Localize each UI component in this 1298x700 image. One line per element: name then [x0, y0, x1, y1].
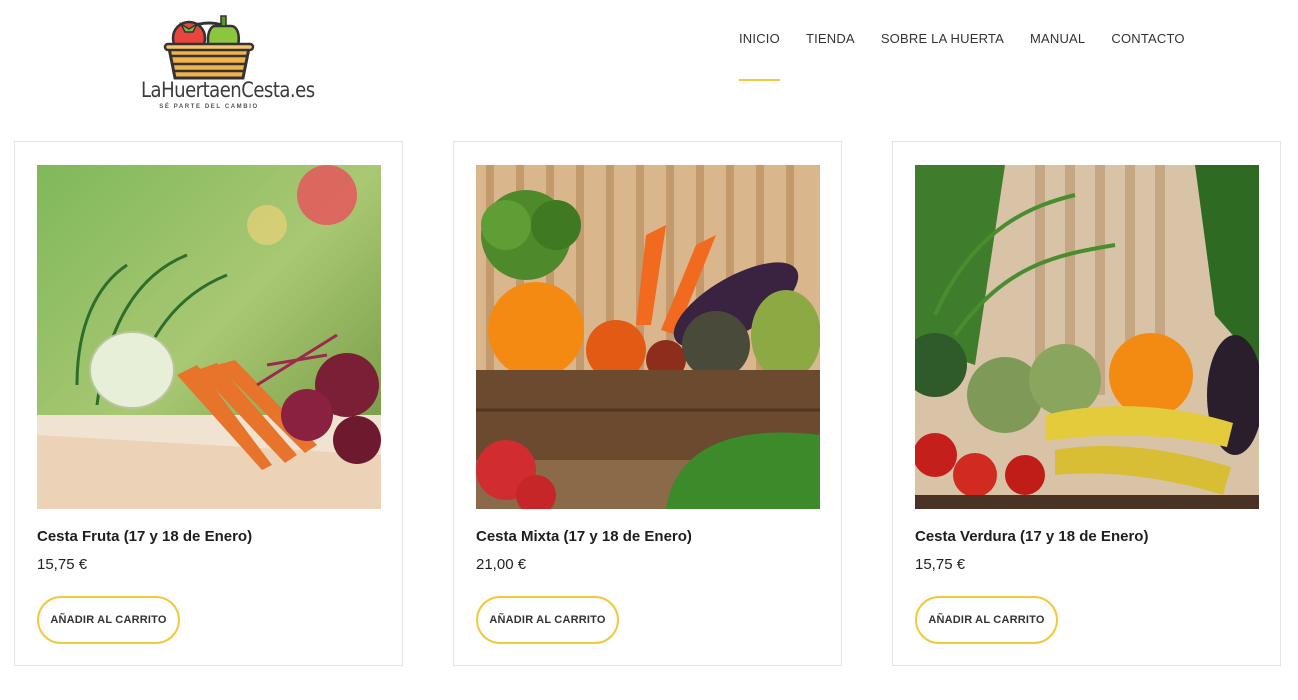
site-logo[interactable]: LaHuertaenCesta.es SÉ PARTE DEL CAMBIO — [141, 8, 315, 114]
product-price: 15,75 € — [37, 556, 88, 573]
main-nav: INICIO TIENDA SOBRE LA HUERTA MANUAL CON… — [726, 31, 1198, 81]
product-image[interactable] — [37, 165, 381, 509]
add-to-cart-button[interactable]: AÑADIR AL CARRITO — [476, 596, 619, 644]
product-image[interactable] — [915, 165, 1259, 509]
basket-logo-icon — [163, 15, 255, 80]
product-price: 21,00 € — [476, 556, 527, 573]
product-title[interactable]: Cesta Fruta (17 y 18 de Enero) — [37, 528, 252, 545]
logo-wordmark: LaHuertaenCesta.es — [141, 78, 315, 102]
add-to-cart-button[interactable]: AÑADIR AL CARRITO — [915, 596, 1058, 644]
nav-item-inicio[interactable]: INICIO — [739, 31, 780, 81]
product-price: 15,75 € — [915, 556, 966, 573]
product-card: Cesta Verdura (17 y 18 de Enero) 15,75 €… — [892, 141, 1281, 666]
add-to-cart-button[interactable]: AÑADIR AL CARRITO — [37, 596, 180, 644]
product-image[interactable] — [476, 165, 820, 509]
nav-item-manual[interactable]: MANUAL — [1030, 31, 1085, 46]
product-title[interactable]: Cesta Verdura (17 y 18 de Enero) — [915, 528, 1148, 545]
nav-item-contacto[interactable]: CONTACTO — [1111, 31, 1184, 46]
product-title[interactable]: Cesta Mixta (17 y 18 de Enero) — [476, 528, 692, 545]
nav-item-tienda[interactable]: TIENDA — [806, 31, 855, 46]
logo-tagline: SÉ PARTE DEL CAMBIO — [159, 104, 259, 110]
product-card: Cesta Mixta (17 y 18 de Enero) 21,00 € A… — [453, 141, 842, 666]
product-card: Cesta Fruta (17 y 18 de Enero) 15,75 € A… — [14, 141, 403, 666]
nav-item-sobre-la-huerta[interactable]: SOBRE LA HUERTA — [881, 31, 1004, 46]
